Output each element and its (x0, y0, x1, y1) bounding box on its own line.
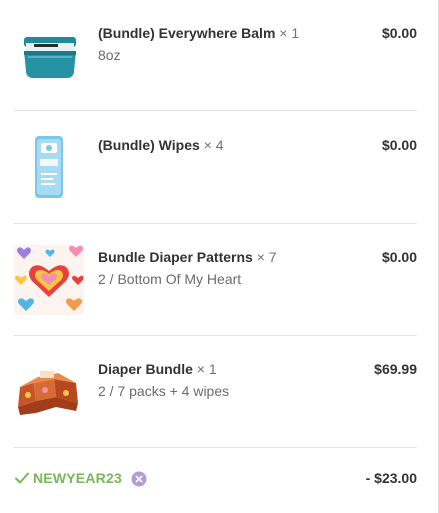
product-quantity: × 4 (203, 137, 224, 153)
discount-amount: - $23.00 (365, 470, 417, 486)
discount-row: NEWYEAR23 - $23.00 (14, 451, 417, 511)
product-variant: 2 / 7 packs + 4 wipes (98, 383, 230, 399)
product-price: $0.00 (381, 25, 417, 41)
product-image-wipes (14, 133, 84, 203)
check-icon (14, 470, 30, 486)
line-item: Diaper Bundle × 1 2 / 7 packs + 4 wipes … (14, 336, 417, 448)
product-image-everywhere-balm (14, 21, 84, 91)
product-image-hearts-pattern (14, 245, 84, 315)
product-price: $0.00 (381, 249, 417, 265)
product-quantity: × 1 (196, 361, 217, 377)
product-variant: 2 / Bottom Of My Heart (98, 271, 242, 287)
product-image-diaper-bundle (14, 357, 84, 427)
product-quantity: × 7 (256, 249, 277, 265)
order-summary-panel: (Bundle) Everywhere Balm × 1 8oz $0.00 (… (0, 0, 439, 513)
product-name: Diaper Bundle (98, 361, 193, 377)
product-name: (Bundle) Wipes (98, 137, 200, 153)
line-item: (Bundle) Wipes × 4 $0.00 (14, 112, 417, 224)
line-item: Bundle Diaper Patterns × 7 2 / Bottom Of… (14, 224, 417, 336)
remove-discount-icon[interactable] (131, 471, 147, 487)
product-name: (Bundle) Everywhere Balm (98, 25, 276, 41)
product-variant: 8oz (98, 47, 121, 63)
product-price: $0.00 (381, 137, 417, 153)
product-price: $69.99 (374, 361, 417, 377)
product-quantity: × 1 (279, 25, 300, 41)
line-item: (Bundle) Everywhere Balm × 1 8oz $0.00 (14, 0, 417, 111)
discount-code: NEWYEAR23 (33, 470, 122, 486)
product-name: Bundle Diaper Patterns (98, 249, 253, 265)
